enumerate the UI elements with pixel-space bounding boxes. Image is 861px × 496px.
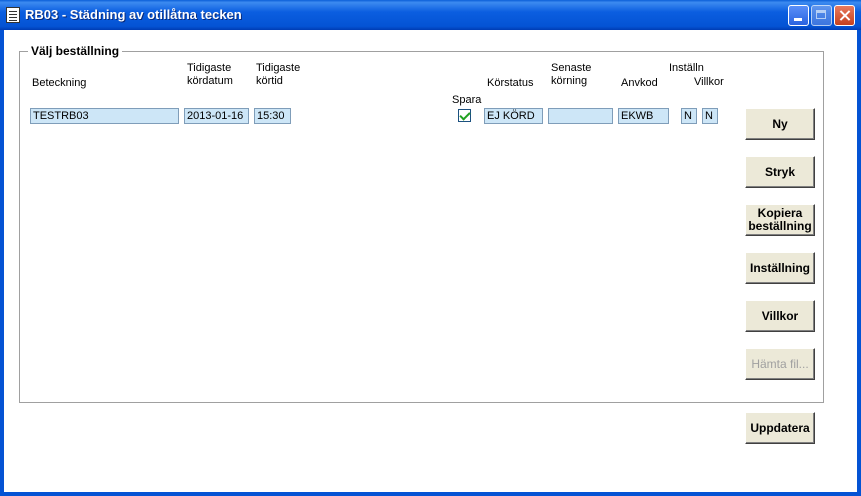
header-kordatum-line2: kördatum [187,75,233,87]
kordatum-field[interactable]: 2013-01-16 [184,108,249,124]
header-kortid-line1: Tidigaste [256,62,301,74]
header-beteckning: Beteckning [32,77,87,89]
hamta-fil-button: Hämta fil... [745,348,815,380]
kopiera-bestallning-button[interactable]: Kopiera beställning [745,204,815,236]
kortid-field[interactable]: 15:30 [254,108,291,124]
senaste-korning-field [548,108,613,124]
header-korstatus: Körstatus [487,77,534,89]
korstatus-field: EJ KÖRD [484,108,543,124]
spara-checkbox[interactable] [458,109,471,122]
order-groupbox [19,51,824,403]
installn-field: N [681,108,697,124]
installning-button[interactable]: Inställning [745,252,815,284]
window-border-right [857,30,861,496]
header-senaste-korning: Senaste körning [551,62,591,88]
header-villkor: Villkor [694,76,724,88]
header-spara: Spara [452,94,482,106]
villkor-field: N [702,108,718,124]
header-senaste-line1: Senaste [551,62,592,74]
header-senaste-line2: körning [551,75,588,87]
uppdatera-button[interactable]: Uppdatera [745,412,815,444]
kopiera-label-line2: beställning [748,219,812,233]
groupbox-legend: Välj beställning [28,44,123,58]
stryk-button[interactable]: Stryk [745,156,815,188]
window-title: RB03 - Städning av otillåtna tecken [25,7,242,22]
maximize-button [811,5,832,26]
window-border-bottom [0,492,861,496]
beteckning-field[interactable]: TESTRB03 [30,108,179,124]
document-icon [6,7,20,23]
villkor-button[interactable]: Villkor [745,300,815,332]
header-kordatum-line1: Tidigaste [187,62,232,74]
header-kortid: Tidigaste körtid [256,62,300,88]
header-kordatum: Tidigaste kördatum [187,62,233,88]
ny-button[interactable]: Ny [745,108,815,140]
header-installn: Inställn [669,62,704,74]
header-kortid-line2: körtid [256,75,283,87]
minimize-button[interactable] [788,5,809,26]
header-anvkod: Anvkod [621,77,658,89]
anvkod-field: EKWB [618,108,669,124]
close-button[interactable] [834,5,855,26]
title-bar[interactable]: RB03 - Städning av otillåtna tecken [0,0,861,30]
